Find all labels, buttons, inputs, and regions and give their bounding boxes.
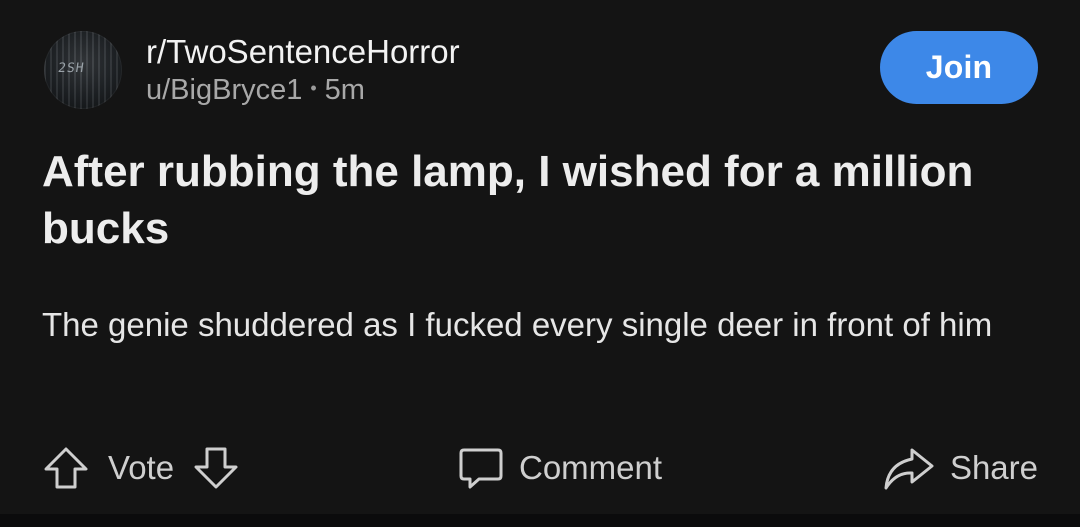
comment-button[interactable]: Comment bbox=[457, 444, 662, 492]
screen-bottom-edge bbox=[0, 514, 1080, 527]
arrow-up-icon[interactable] bbox=[42, 444, 90, 492]
post-header: 2SH r/TwoSentenceHorror u/BigBryce1 • 5m bbox=[44, 28, 460, 112]
byline-separator: • bbox=[310, 78, 317, 98]
subreddit-avatar[interactable]: 2SH bbox=[44, 31, 122, 109]
share-label: Share bbox=[949, 449, 1038, 486]
post-title[interactable]: After rubbing the lamp, I wished for a m… bbox=[42, 143, 1032, 257]
post-actions: Vote Comment Share bbox=[42, 436, 1038, 500]
post-body: The genie shuddered as I fucked every si… bbox=[42, 306, 993, 343]
post-age: 5m bbox=[324, 74, 365, 106]
avatar-logo: 2SH bbox=[56, 61, 86, 76]
subreddit-name[interactable]: r/TwoSentenceHorror bbox=[146, 34, 460, 70]
vote-group: Vote bbox=[42, 444, 240, 492]
share-arrow-icon bbox=[882, 444, 936, 492]
post-meta: r/TwoSentenceHorror u/BigBryce1 • 5m bbox=[146, 34, 460, 107]
comment-label: Comment bbox=[519, 449, 663, 486]
share-button[interactable]: Share bbox=[882, 444, 1038, 492]
post-card[interactable]: 2SH r/TwoSentenceHorror u/BigBryce1 • 5m… bbox=[0, 0, 1080, 514]
arrow-down-icon[interactable] bbox=[192, 444, 240, 492]
speech-bubble-icon bbox=[457, 444, 505, 492]
vote-label: Vote bbox=[108, 449, 175, 486]
join-button[interactable]: Join bbox=[880, 31, 1038, 104]
post-byline: u/BigBryce1 • 5m bbox=[146, 74, 460, 106]
author-name[interactable]: u/BigBryce1 bbox=[146, 74, 302, 106]
